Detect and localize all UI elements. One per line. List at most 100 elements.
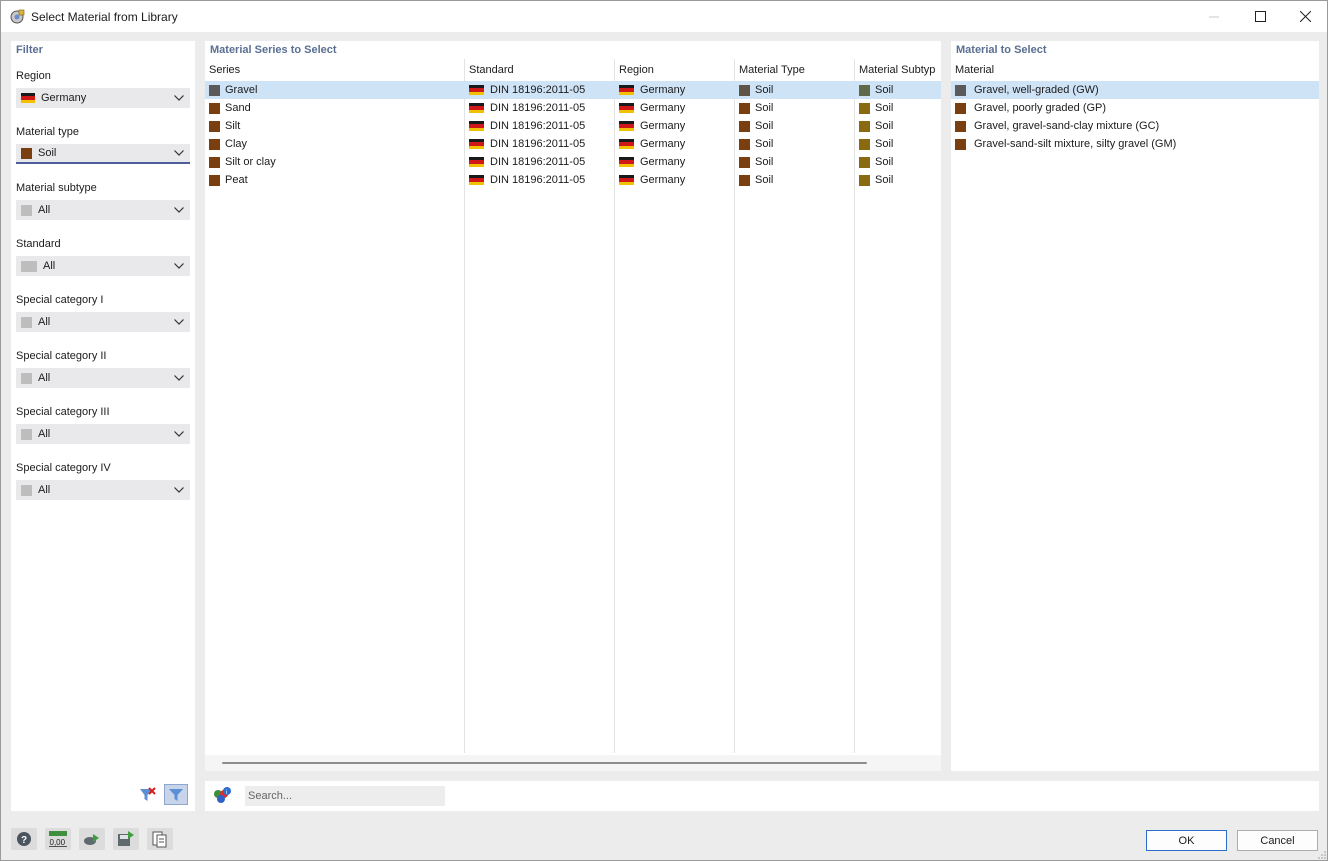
standard-name: DIN 18196:2011-05	[490, 174, 586, 186]
filter-icon	[169, 788, 183, 801]
search-input[interactable]	[245, 786, 445, 806]
chevron-down-icon	[172, 315, 186, 329]
subtype-color-swatch-icon	[859, 156, 870, 168]
column-header-material-subtype[interactable]: Material Subtyp	[859, 64, 935, 76]
maximize-button[interactable]	[1237, 1, 1283, 32]
table-row[interactable]: Sand DIN 18196:2011-05 Germany Soil Soil	[205, 99, 941, 117]
column-header-region[interactable]: Region	[619, 64, 654, 76]
region-name: Germany	[640, 84, 686, 96]
minimize-button[interactable]	[1191, 1, 1237, 32]
germany-flag-icon	[469, 156, 484, 168]
maximize-icon	[1254, 11, 1266, 22]
close-button[interactable]	[1282, 1, 1328, 32]
table-row[interactable]: Silt or clay DIN 18196:2011-05 Germany Soil…	[205, 153, 941, 171]
region-name: Germany	[640, 120, 686, 132]
list-item[interactable]: Gravel, gravel-sand-clay mixture (GC)	[951, 117, 1319, 135]
special-category-4-value: All	[38, 484, 51, 496]
region-cell: Germany	[619, 99, 685, 117]
material-import-icon	[84, 834, 99, 845]
column-header-material-type[interactable]: Material Type	[739, 64, 805, 76]
ok-button[interactable]: OK	[1146, 830, 1227, 851]
dialog-window: Select Material from Library Filter Regi…	[0, 0, 1328, 861]
chevron-down-icon	[172, 483, 186, 497]
material-type-cell: Soil	[739, 99, 773, 117]
column-header-material[interactable]: Material	[955, 64, 994, 76]
material-color-swatch-icon	[955, 102, 966, 114]
material-name: Gravel, well-graded (GW)	[974, 84, 1099, 96]
region-cell: Germany	[619, 171, 685, 189]
column-header-series[interactable]: Series	[209, 64, 240, 76]
standard-label: Standard	[16, 238, 61, 250]
material-subtype-value: All	[38, 204, 51, 216]
list-item[interactable]: Gravel, poorly graded (GP)	[951, 99, 1319, 117]
save-icon	[118, 831, 134, 846]
material-subtype-cell: Soil	[859, 99, 893, 117]
table-row[interactable]: Silt DIN 18196:2011-05 Germany Soil Soil	[205, 117, 941, 135]
library-info-button[interactable]	[147, 828, 173, 850]
standard-select[interactable]: All	[16, 256, 190, 276]
standard-cell: DIN 18196:2011-05	[469, 153, 585, 171]
import-material-button[interactable]	[79, 828, 105, 850]
material-type-cell: Soil	[739, 153, 773, 171]
special-category-4-select[interactable]: All	[16, 480, 190, 500]
material-subtype-cell: Soil	[859, 171, 893, 189]
table-row[interactable]: Gravel DIN 18196:2011-05 Germany Soil Soil	[205, 81, 941, 99]
save-material-button[interactable]	[113, 828, 139, 850]
table-row[interactable]: Peat DIN 18196:2011-05 Germany Soil Soil	[205, 171, 941, 189]
subtype-color-swatch-icon	[859, 174, 870, 186]
region-name: Germany	[640, 156, 686, 168]
units-button[interactable]: 0,00	[45, 828, 71, 850]
column-header-standard[interactable]: Standard	[469, 64, 514, 76]
list-item[interactable]: Gravel-sand-silt mixture, silty gravel (…	[951, 135, 1319, 153]
series-color-swatch-icon	[209, 102, 220, 114]
special-category-3-select[interactable]: All	[16, 424, 190, 444]
close-icon	[1299, 11, 1311, 22]
color-info-icon: i	[214, 787, 231, 803]
resize-grip-icon[interactable]	[1317, 850, 1327, 860]
germany-flag-icon	[469, 174, 484, 186]
material-type-name: Soil	[755, 84, 774, 96]
cancel-button[interactable]: Cancel	[1237, 830, 1318, 851]
standard-name: DIN 18196:2011-05	[490, 138, 586, 150]
material-type-cell: Soil	[739, 81, 773, 99]
type-color-swatch-icon	[739, 156, 750, 168]
special-category-4-label: Special category IV	[16, 462, 111, 474]
search-bar: i	[205, 781, 1319, 811]
chevron-down-icon	[172, 371, 186, 385]
list-item[interactable]: Gravel, well-graded (GW)	[951, 81, 1319, 99]
svg-text:0,00: 0,00	[50, 838, 66, 847]
material-subtype-select[interactable]: All	[16, 200, 190, 220]
window-title: Select Material from Library	[31, 10, 178, 24]
clear-filter-button[interactable]	[136, 784, 160, 805]
scrollbar-thumb[interactable]	[222, 762, 867, 764]
color-info-button[interactable]: i	[211, 786, 233, 806]
help-button[interactable]: ?	[11, 828, 37, 850]
region-name: Germany	[640, 174, 686, 186]
region-cell: Germany	[619, 117, 685, 135]
apply-filter-button[interactable]	[164, 784, 188, 805]
material-subtype-name: Soil	[875, 156, 894, 168]
horizontal-scrollbar[interactable]	[205, 755, 941, 771]
special-category-1-value: All	[38, 316, 51, 328]
type-color-swatch-icon	[739, 138, 750, 150]
material-library-icon	[10, 9, 25, 24]
material-type-cell: Soil	[739, 171, 773, 189]
special-category-2-select[interactable]: All	[16, 368, 190, 388]
special-category-2-value: All	[38, 372, 51, 384]
material-type-select[interactable]: Soil	[16, 144, 190, 164]
series-color-swatch-icon	[209, 120, 220, 132]
region-cell: Germany	[619, 135, 685, 153]
special-category-1-select[interactable]: All	[16, 312, 190, 332]
standard-cell: DIN 18196:2011-05	[469, 171, 585, 189]
germany-flag-icon	[619, 84, 634, 96]
material-subtype-name: Soil	[875, 120, 894, 132]
region-label: Region	[16, 70, 51, 82]
table-row[interactable]: Clay DIN 18196:2011-05 Germany Soil Soil	[205, 135, 941, 153]
standard-cell: DIN 18196:2011-05	[469, 81, 585, 99]
region-select[interactable]: Germany	[16, 88, 190, 108]
svg-text:i: i	[226, 790, 227, 796]
material-name: Gravel, poorly graded (GP)	[974, 102, 1107, 114]
subtype-color-swatch-icon	[859, 84, 870, 96]
material-subtype-name: Soil	[875, 174, 894, 186]
material-type-name: Soil	[755, 102, 774, 114]
